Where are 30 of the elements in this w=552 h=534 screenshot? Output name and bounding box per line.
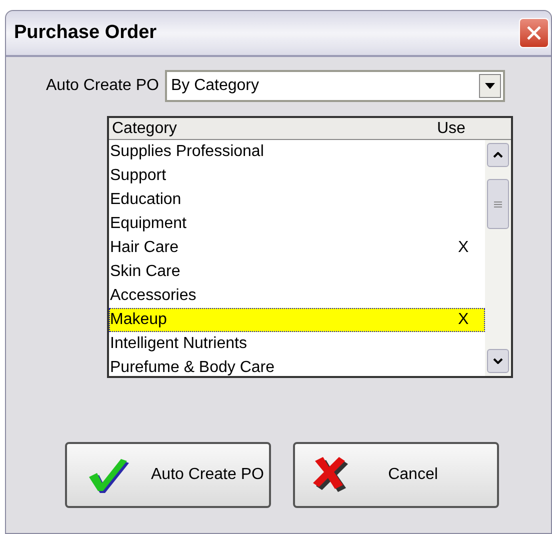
- cancel-button[interactable]: Cancel: [293, 442, 499, 508]
- scroll-down-button[interactable]: [487, 349, 509, 373]
- category-row[interactable]: Intelligent Nutrients: [109, 332, 485, 356]
- caret-up-icon: [493, 152, 503, 158]
- use-mark: X: [458, 238, 470, 258]
- category-row[interactable]: Education: [109, 188, 485, 212]
- category-row[interactable]: Skin Care: [109, 260, 485, 284]
- scroll-up-button[interactable]: [487, 143, 509, 167]
- category-row[interactable]: Makeup X: [109, 308, 485, 332]
- auto-create-dropdown[interactable]: By Category: [164, 70, 505, 102]
- column-header: Category: [111, 118, 178, 138]
- category-row[interactable]: Supplies Professional: [109, 140, 485, 164]
- category-row[interactable]: Equipment: [109, 212, 485, 236]
- use-mark: X: [458, 310, 470, 330]
- cross-icon: [313, 457, 349, 493]
- scrollbar[interactable]: [485, 140, 511, 376]
- category-row[interactable]: Support: [109, 164, 485, 188]
- window-title: Purchase Order: [14, 20, 157, 45]
- caret-down-icon: [493, 358, 503, 364]
- column-header: Use: [437, 118, 466, 138]
- category-row[interactable]: Hair Care X: [109, 236, 485, 260]
- scroll-thumb[interactable]: [487, 179, 509, 229]
- close-icon: [526, 25, 542, 41]
- category-row[interactable]: Accessories: [109, 284, 485, 308]
- category-name: Makeup: [110, 310, 168, 330]
- category-name: Hair Care: [110, 238, 180, 258]
- category-row[interactable]: Purefume & Body Care: [109, 356, 485, 376]
- auto-create-button[interactable]: Auto Create PO: [65, 442, 271, 508]
- close-button[interactable]: [519, 18, 549, 48]
- auto-create-label: Auto Create PO: [46, 76, 159, 96]
